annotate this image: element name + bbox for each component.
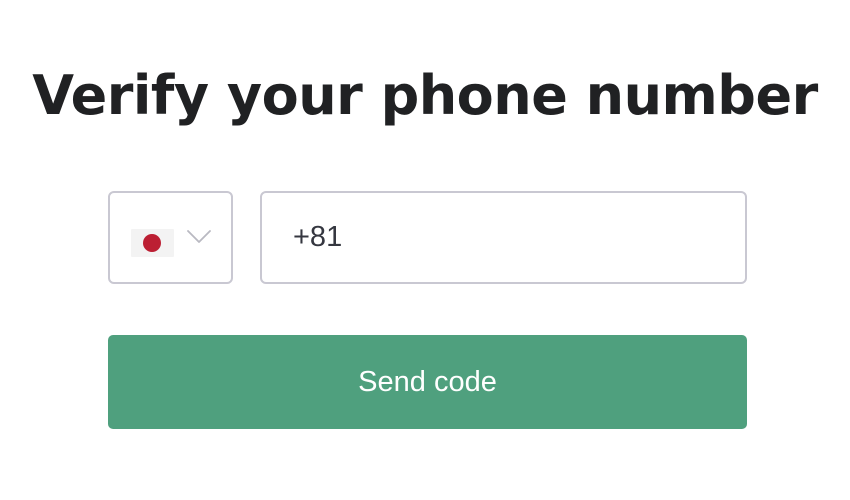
page-title: Verify your phone number — [32, 64, 818, 127]
japan-flag-icon — [131, 229, 174, 257]
phone-number-input[interactable] — [260, 191, 747, 284]
country-code-select[interactable] — [108, 191, 233, 284]
flag-circle — [143, 234, 161, 252]
send-code-button[interactable]: Send code — [108, 335, 747, 429]
chevron-down-icon — [187, 230, 211, 243]
verify-phone-page: Verify your phone number Send code — [0, 0, 850, 500]
